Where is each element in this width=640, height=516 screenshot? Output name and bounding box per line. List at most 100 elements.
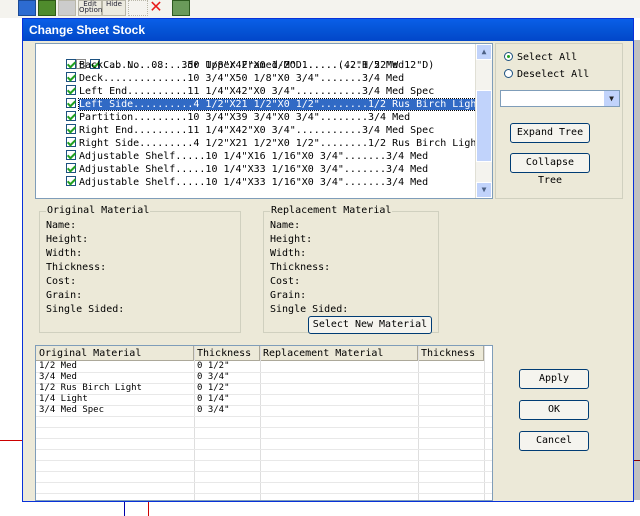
ok-button[interactable]: OK (519, 400, 589, 420)
grid-dots-icon[interactable] (128, 0, 148, 16)
deselect-all-radio[interactable]: Deselect All (504, 68, 589, 81)
column-header[interactable]: Original Material (36, 346, 194, 361)
tree-scrollbar[interactable]: ▲ ▼ (475, 44, 492, 198)
material-grid[interactable]: Original Material Thickness Replacement … (35, 345, 493, 501)
grid-cell[interactable]: 1/2 Med (36, 361, 77, 372)
replacement-material-group: Replacement Material Name: Height: Width… (263, 205, 439, 334)
field-label: Height: (46, 234, 89, 245)
field-label: Thickness: (46, 262, 107, 273)
checkbox-checked-icon[interactable] (66, 150, 76, 160)
grid-cell[interactable]: 3/4 Med (36, 372, 77, 383)
grid-divider (36, 460, 492, 461)
tree-item[interactable]: Left End..........11 1/4"X42"X0 3/4"....… (66, 85, 434, 98)
grid-divider (418, 346, 419, 500)
grid-cell[interactable]: 1/2 Rus Birch Light (36, 383, 142, 394)
grid-divider (260, 346, 261, 500)
grid-divider (36, 427, 492, 428)
collapse-tree-button[interactable]: Collapse Tree (510, 153, 590, 186)
close-x-icon[interactable]: ✕ (148, 0, 164, 15)
select-new-material-button[interactable]: Select New Material (308, 316, 432, 334)
tree-item[interactable]: Adjustable Shelf.....10 1/4"X16 1/16"X0 … (66, 150, 428, 163)
checkbox-checked-icon[interactable] (66, 98, 76, 108)
grid-divider (36, 438, 492, 439)
toolbar: Edit Options Hide ✕ (0, 0, 640, 18)
apply-button[interactable]: Apply (519, 369, 589, 389)
field-label: Single Sided: (46, 304, 125, 315)
field-label: Width: (270, 248, 307, 259)
cancel-button[interactable]: Cancel (519, 431, 589, 451)
parts-tree[interactable]: − Cab No. 08: 3dr Upper Framed-MOD1.....(… (35, 43, 493, 199)
tree-item[interactable]: Adjustable Shelf.....10 1/4"X33 1/16"X0 … (66, 176, 428, 189)
field-label: Width: (46, 248, 83, 259)
column-header[interactable]: Replacement Material (260, 346, 418, 361)
scroll-thumb[interactable] (476, 90, 492, 162)
grid-cell[interactable]: 0 3/4" (194, 372, 230, 383)
background-line (148, 500, 149, 516)
grid-cell[interactable]: 3/4 Med Spec (36, 405, 104, 416)
tree-item[interactable]: Deck..............10 3/4"X50 1/8"X0 3/4"… (66, 72, 404, 85)
checkbox-checked-icon[interactable] (66, 59, 76, 69)
grid-divider (36, 449, 492, 450)
tree-item[interactable]: Adjustable Shelf.....10 1/4"X33 1/16"X0 … (66, 163, 428, 176)
cabinet-icon[interactable] (58, 0, 76, 16)
tree-item[interactable]: Right Side.........4 1/2"X21 1/2"X0 1/2"… (66, 137, 482, 150)
field-label: Name: (46, 220, 77, 231)
grid-divider (36, 372, 492, 373)
edit-options-button[interactable]: Edit Options (78, 0, 106, 16)
save-icon[interactable] (18, 0, 36, 16)
radio-empty-icon[interactable] (504, 68, 513, 78)
grid-divider (36, 405, 492, 406)
field-label: Cost: (270, 276, 301, 287)
checkbox-checked-icon[interactable] (66, 176, 76, 186)
select-all-radio[interactable]: Select All (504, 51, 577, 64)
field-label: Grain: (46, 290, 83, 301)
scroll-up-icon[interactable]: ▲ (476, 44, 492, 60)
field-label: Single Sided: (270, 304, 349, 315)
column-header[interactable]: Thickness (418, 346, 484, 361)
original-material-group: Original Material Name: Height: Width: T… (39, 205, 241, 333)
grid-divider (36, 416, 492, 417)
hide-button[interactable]: Hide (102, 0, 126, 16)
grid-divider (36, 394, 492, 395)
checkbox-checked-icon[interactable] (66, 163, 76, 173)
checkbox-checked-icon[interactable] (66, 72, 76, 82)
grid-divider (484, 346, 485, 500)
tree-item[interactable]: Partition.........10 3/4"X39 3/4"X0 3/4"… (66, 111, 410, 124)
selection-panel: Select All Deselect All ▼ Expand Tree Co… (495, 43, 623, 199)
background-line (124, 500, 125, 516)
field-label: Thickness: (270, 262, 331, 273)
grid-cell[interactable]: 1/4 Light (36, 394, 88, 405)
grid-cell[interactable]: 0 3/4" (194, 405, 230, 416)
grid-divider (36, 493, 492, 494)
tree-item-selected[interactable]: Left Side..........4 1/2"X21 1/2"X0 1/2"… (66, 98, 484, 111)
material-dropdown[interactable]: ▼ (500, 90, 620, 107)
tree-item[interactable]: Right End.........11 1/4"X42"X0 3/4"....… (66, 124, 434, 137)
grid-cell[interactable]: 0 1/2" (194, 361, 230, 372)
tree-root[interactable]: − Cab No. 08: 3dr Upper Framed-MOD1.....(… (40, 46, 434, 71)
chevron-down-icon[interactable]: ▼ (604, 91, 619, 106)
grid-divider (36, 471, 492, 472)
expand-tree-button[interactable]: Expand Tree (510, 123, 590, 143)
field-label: Height: (270, 234, 313, 245)
change-sheet-stock-dialog: Change Sheet Stock − Cab No. 08: 3dr Uppe… (22, 18, 634, 502)
background-line (0, 440, 24, 441)
field-label: Name: (270, 220, 301, 231)
grid-cell[interactable]: 0 1/4" (194, 394, 230, 405)
column-header[interactable]: Thickness (194, 346, 260, 361)
checkbox-checked-icon[interactable] (66, 137, 76, 147)
checkbox-checked-icon[interactable] (66, 85, 76, 95)
checkbox-checked-icon[interactable] (66, 111, 76, 121)
grid-divider (36, 482, 492, 483)
tree-item[interactable]: Back..............50 1/8"X42"X0 1/2"....… (66, 59, 404, 72)
original-material-legend: Original Material (46, 205, 151, 217)
edit-check-icon[interactable] (38, 0, 56, 16)
picture-icon[interactable] (172, 0, 190, 16)
dialog-title: Change Sheet Stock (23, 19, 633, 41)
grid-cell[interactable]: 0 1/2" (194, 383, 230, 394)
field-label: Grain: (270, 290, 307, 301)
checkbox-checked-icon[interactable] (66, 124, 76, 134)
radio-selected-icon[interactable] (504, 51, 513, 61)
scroll-down-icon[interactable]: ▼ (476, 182, 492, 198)
field-label: Cost: (46, 276, 77, 287)
replacement-material-legend: Replacement Material (270, 205, 393, 217)
